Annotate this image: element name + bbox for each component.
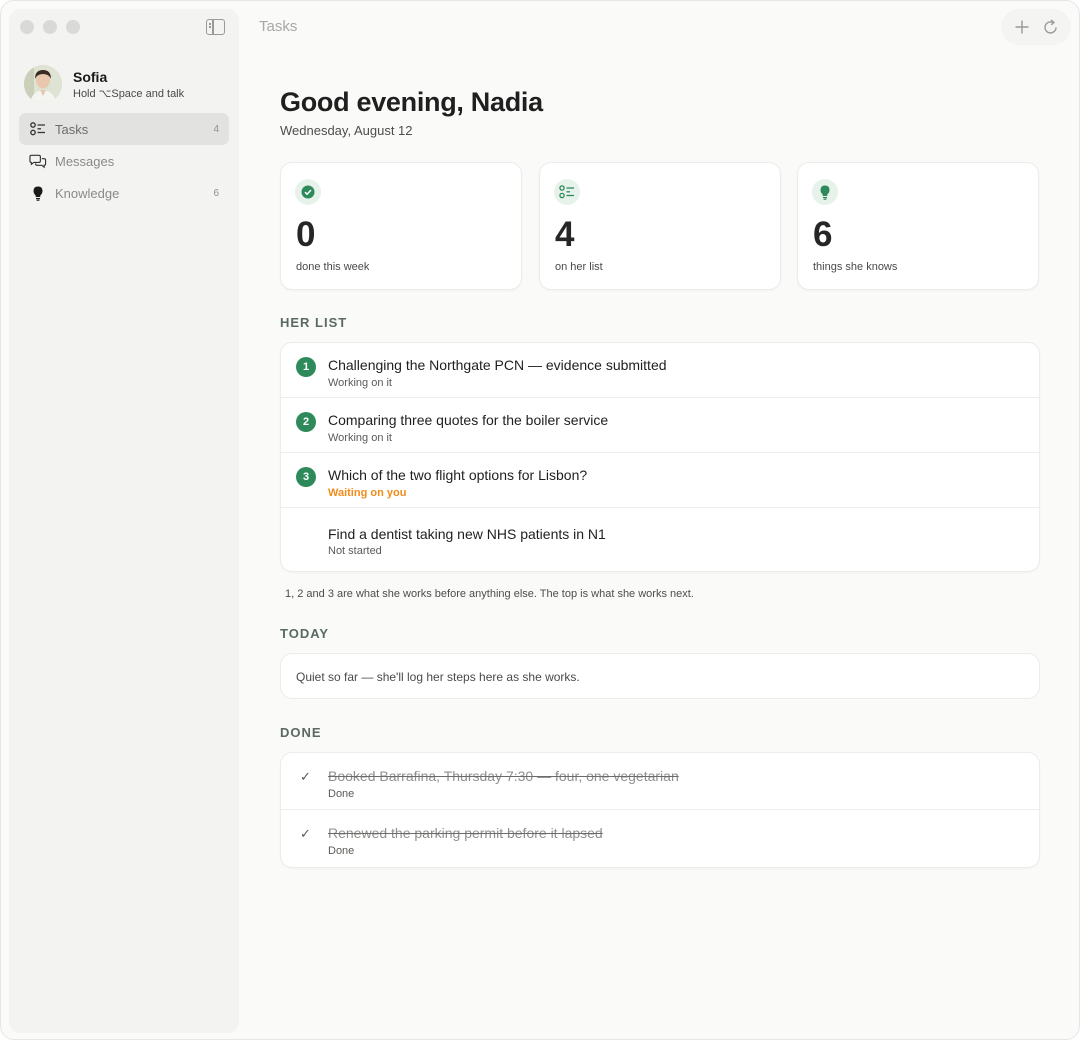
today-log: Quiet so far — she'll log her steps here… <box>280 653 1040 699</box>
sidebar-item-tasks[interactable]: Tasks 4 <box>19 113 229 145</box>
task-status: Working on it <box>328 432 392 444</box>
stat-caption: on her list <box>555 261 603 273</box>
refresh-icon <box>1044 18 1057 34</box>
done-list: ✓ Booked Barrafina, Thursday 7:30 — four… <box>280 752 1040 868</box>
chat-bubbles-icon <box>29 152 47 170</box>
stat-card-list: 4 on her list <box>539 162 781 290</box>
priority-badge: 2 <box>296 412 316 432</box>
sidebar-item-messages[interactable]: Messages <box>19 145 229 177</box>
done-title: Renewed the parking permit before it lap… <box>328 825 603 841</box>
list-icon <box>29 120 47 138</box>
sidebar-nav: Tasks 4 Messages Knowledge 6 <box>19 113 229 209</box>
stat-caption: things she knows <box>813 261 898 273</box>
task-status: Working on it <box>328 377 392 389</box>
date-label: Wednesday, August 12 <box>280 123 413 138</box>
checkmark-icon: ✓ <box>300 826 311 841</box>
done-status: Done <box>328 788 355 800</box>
sidebar-item-count: 4 <box>213 123 219 135</box>
close-window-button[interactable] <box>20 20 34 34</box>
priority-badge: 1 <box>296 357 316 377</box>
greeting-heading: Good evening, Nadia <box>280 87 543 117</box>
stat-card-knowledge: 6 things she knows <box>797 162 1039 290</box>
toolbar <box>1001 9 1071 45</box>
empty-state-text: Quiet so far — she'll log her steps here… <box>296 670 580 684</box>
stat-value: 4 <box>555 215 575 254</box>
app-window: Sofia Hold ⌥Space and talk Tasks 4 Messa… <box>0 0 1080 1040</box>
task-title: Challenging the Northgate PCN — evidence… <box>328 357 667 373</box>
checkmark-icon: ✓ <box>300 769 311 784</box>
task-status-waiting: Waiting on you <box>328 487 407 499</box>
sidebar-item-label: Tasks <box>55 121 89 137</box>
sidebar-item-label: Messages <box>55 153 115 169</box>
section-heading-done: DONE <box>280 725 322 740</box>
plus-icon <box>1015 20 1028 34</box>
priority-badge: 3 <box>296 467 316 487</box>
task-status: Not started <box>328 545 382 557</box>
sidebar: Sofia Hold ⌥Space and talk Tasks 4 Messa… <box>9 9 239 1033</box>
done-row[interactable]: ✓ Booked Barrafina, Thursday 7:30 — four… <box>281 753 1039 810</box>
stat-value: 0 <box>296 215 316 254</box>
zoom-window-button[interactable] <box>66 20 80 34</box>
stat-value: 6 <box>813 215 833 254</box>
stat-caption: done this week <box>296 261 370 273</box>
task-title: Which of the two flight options for Lisb… <box>328 467 588 483</box>
task-title: Find a dentist taking new NHS patients i… <box>328 526 606 542</box>
sidebar-item-label: Knowledge <box>55 185 120 201</box>
window-controls <box>20 20 80 34</box>
page-title: Tasks <box>259 18 298 35</box>
profile-hint: Hold ⌥Space and talk <box>73 87 185 100</box>
priority-hint: 1, 2 and 3 are what she works before any… <box>285 588 694 600</box>
task-row[interactable]: 3 Which of the two flight options for Li… <box>281 453 1039 508</box>
section-heading-her-list: HER LIST <box>280 315 348 330</box>
list-icon <box>554 179 580 205</box>
task-row[interactable]: Find a dentist taking new NHS patients i… <box>281 508 1039 571</box>
refresh-button[interactable] <box>1040 16 1062 38</box>
task-row[interactable]: 2 Comparing three quotes for the boiler … <box>281 398 1039 453</box>
done-status: Done <box>328 845 355 857</box>
lightbulb-icon <box>812 179 838 205</box>
section-heading-today: TODAY <box>280 626 330 641</box>
assistant-profile[interactable]: Sofia Hold ⌥Space and talk <box>24 65 184 103</box>
stat-card-done: 0 done this week <box>280 162 522 290</box>
check-circle-icon <box>295 179 321 205</box>
lightbulb-icon <box>29 184 47 202</box>
done-title: Booked Barrafina, Thursday 7:30 — four, … <box>328 768 679 784</box>
profile-name: Sofia <box>73 68 108 85</box>
add-button[interactable] <box>1011 16 1033 38</box>
sidebar-item-count: 6 <box>213 187 219 199</box>
minimize-window-button[interactable] <box>43 20 57 34</box>
done-row[interactable]: ✓ Renewed the parking permit before it l… <box>281 810 1039 867</box>
task-list: 1 Challenging the Northgate PCN — eviden… <box>280 342 1040 572</box>
sidebar-item-knowledge[interactable]: Knowledge 6 <box>19 177 229 209</box>
task-title: Comparing three quotes for the boiler se… <box>328 412 609 428</box>
avatar <box>24 65 62 103</box>
sidebar-toggle-icon[interactable] <box>206 19 225 35</box>
task-row[interactable]: 1 Challenging the Northgate PCN — eviden… <box>281 343 1039 398</box>
